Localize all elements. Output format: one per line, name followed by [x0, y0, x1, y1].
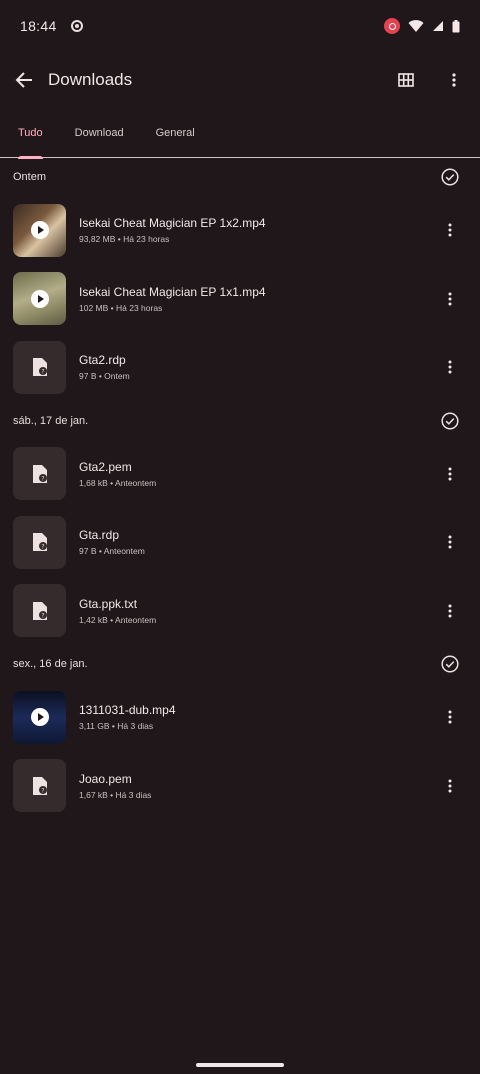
- item-more-button[interactable]: [440, 289, 460, 309]
- page-title: Downloads: [48, 70, 133, 89]
- app-bar: Downloads: [0, 52, 480, 108]
- wifi-icon: [408, 20, 424, 32]
- downloads-list: Ontem Isekai Cheat Magician EP 1x2.mp4 9…: [0, 158, 480, 820]
- list-item[interactable]: ? Joao.pem 1,67 kB • Há 3 dias: [0, 752, 480, 821]
- check-circle-icon: [441, 411, 459, 430]
- tab-bar: Tudo Download General: [0, 108, 480, 159]
- list-item[interactable]: ? Gta2.pem 1,68 kB • Anteontem: [0, 440, 480, 509]
- unknown-file-icon: ?: [32, 533, 47, 552]
- select-section-button[interactable]: [440, 654, 460, 674]
- tab-download[interactable]: Download: [69, 108, 130, 158]
- item-more-button[interactable]: [440, 707, 460, 727]
- section-date: sex., 16 de jan.: [13, 658, 88, 670]
- more-vert-icon: [448, 360, 452, 374]
- video-thumbnail: [13, 690, 66, 744]
- file-meta: 1,67 kB • Há 3 dias: [79, 789, 152, 800]
- item-more-button[interactable]: [440, 220, 460, 240]
- select-section-button[interactable]: [440, 167, 460, 187]
- file-meta: 1,42 kB • Anteontem: [79, 614, 157, 625]
- item-more-button[interactable]: [440, 776, 460, 796]
- status-time: 18:44: [20, 18, 57, 34]
- file-name: Gta.rdp: [79, 528, 120, 543]
- item-more-button[interactable]: [440, 532, 460, 552]
- back-button[interactable]: [0, 56, 48, 104]
- check-circle-icon: [441, 168, 459, 186]
- arrow-back-icon: [15, 72, 32, 88]
- unknown-file-icon: ?: [32, 776, 47, 795]
- item-more-button[interactable]: [440, 601, 460, 621]
- file-name: Isekai Cheat Magician EP 1x1.mp4: [79, 284, 266, 299]
- unknown-file-icon: ?: [32, 464, 47, 483]
- play-icon: [30, 289, 49, 308]
- list-item[interactable]: ? Gta.rdp 97 B • Anteontem: [0, 508, 480, 577]
- svg-text:?: ?: [41, 787, 44, 794]
- file-name: Gta2.pem: [79, 459, 132, 474]
- more-vert-icon: [448, 779, 452, 793]
- video-thumbnail: [13, 272, 66, 326]
- file-name: 1311031-dub.mp4: [79, 703, 176, 718]
- grid-view-button[interactable]: [386, 60, 426, 100]
- svg-text:?: ?: [41, 475, 44, 482]
- check-circle-icon: [441, 655, 459, 673]
- grid-icon: [398, 73, 414, 87]
- file-name: Isekai Cheat Magician EP 1x2.mp4: [79, 216, 266, 231]
- status-icons: [384, 18, 460, 34]
- svg-text:?: ?: [41, 369, 44, 376]
- svg-text:?: ?: [41, 612, 44, 619]
- section-date: sáb., 17 de jan.: [13, 414, 89, 427]
- unknown-file-icon: ?: [32, 601, 47, 620]
- video-thumbnail: [13, 203, 66, 257]
- item-more-button[interactable]: [440, 464, 460, 484]
- section-date: Ontem: [13, 171, 47, 183]
- section-header: sex., 16 de jan.: [0, 645, 480, 683]
- status-bar: 18:44: [0, 0, 480, 52]
- section-header: sáb., 17 de jan.: [0, 402, 480, 440]
- section-header: Ontem: [0, 158, 480, 196]
- list-item[interactable]: Isekai Cheat Magician EP 1x1.mp4 102 MB …: [0, 265, 480, 334]
- item-more-button[interactable]: [440, 357, 460, 377]
- tab-general[interactable]: General: [150, 108, 201, 158]
- list-item[interactable]: Isekai Cheat Magician EP 1x2.mp4 93,82 M…: [0, 196, 480, 265]
- file-meta: 102 MB • Há 23 horas: [79, 302, 163, 313]
- play-icon: [30, 221, 49, 240]
- tab-tudo[interactable]: Tudo: [12, 108, 49, 159]
- file-thumbnail: ?: [13, 584, 66, 638]
- file-name: Gta2.rdp: [79, 353, 126, 368]
- file-meta: 93,82 MB • Há 23 horas: [79, 234, 170, 245]
- file-meta: 1,68 kB • Anteontem: [79, 477, 157, 488]
- list-item[interactable]: 1311031-dub.mp4 3,11 GB • Há 3 dias: [0, 683, 480, 752]
- file-meta: 97 B • Anteontem: [79, 546, 145, 557]
- select-section-button[interactable]: [440, 411, 460, 431]
- more-vert-icon: [452, 73, 456, 87]
- cast-status-icon: [70, 20, 83, 32]
- file-name: Gta.ppk.txt: [79, 596, 138, 611]
- file-meta: 3,11 GB • Há 3 dias: [79, 721, 154, 732]
- file-thumbnail: ?: [13, 447, 66, 501]
- more-vert-icon: [448, 467, 452, 481]
- svg-text:?: ?: [41, 544, 44, 551]
- battery-icon: [452, 19, 460, 32]
- file-meta: 97 B • Ontem: [79, 371, 130, 382]
- gesture-nav-handle[interactable]: [196, 1063, 284, 1067]
- list-item[interactable]: ? Gta.ppk.txt 1,42 kB • Anteontem: [0, 577, 480, 646]
- file-thumbnail: ?: [13, 759, 66, 813]
- more-vert-icon: [448, 710, 452, 724]
- more-vert-icon: [448, 223, 452, 237]
- file-name: Joao.pem: [79, 771, 132, 786]
- more-options-button[interactable]: [434, 60, 474, 100]
- more-vert-icon: [448, 292, 452, 306]
- signal-icon: [433, 21, 443, 31]
- more-vert-icon: [448, 535, 452, 549]
- file-thumbnail: ?: [13, 515, 66, 569]
- play-icon: [30, 708, 49, 727]
- more-vert-icon: [448, 604, 452, 618]
- unknown-file-icon: ?: [32, 358, 47, 377]
- file-thumbnail: ?: [13, 340, 66, 394]
- screen-record-icon: [384, 18, 400, 34]
- list-item[interactable]: ? Gta2.rdp 97 B • Ontem: [0, 333, 480, 402]
